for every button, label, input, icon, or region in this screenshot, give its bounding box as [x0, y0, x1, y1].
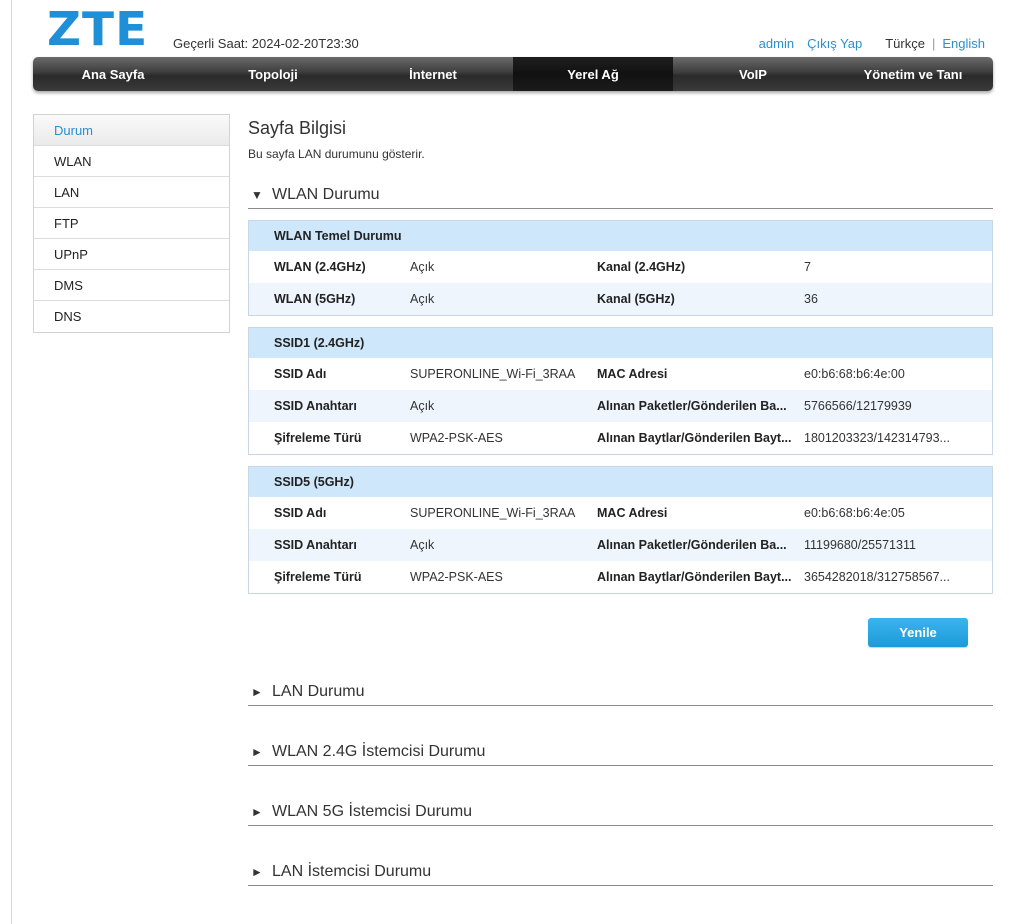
- expand-arrow-icon: ►: [251, 864, 263, 879]
- section-title: WLAN 2.4G İstemcisi Durumu: [272, 742, 486, 760]
- nav-management[interactable]: Yönetim ve Tanı: [833, 57, 993, 91]
- row-value-2: 36: [804, 292, 818, 306]
- table-row: SSID Adı SUPERONLINE_Wi-Fi_3RAA MAC Adresi…: [249, 497, 992, 529]
- logout-link[interactable]: Çıkış Yap: [807, 36, 862, 51]
- row-label-2: Alınan Baytlar/Gönderilen Bayt...: [597, 570, 792, 584]
- language-separator: |: [931, 36, 936, 51]
- table-row: SSID Adı SUPERONLINE_Wi-Fi_3RAA MAC Adresi…: [249, 358, 992, 390]
- row-value: WPA2-PSK-AES: [410, 431, 503, 445]
- table-row: Şifreleme Türü WPA2-PSK-AES Alınan Baytlar…: [249, 561, 992, 593]
- row-value: Açık: [410, 292, 435, 306]
- section-wlan5-client-status[interactable]: ► WLAN 5G İstemcisi Durumu: [248, 798, 993, 826]
- section-title: LAN Durumu: [272, 682, 365, 700]
- section-wlan24-client-status[interactable]: ► WLAN 2.4G İstemcisi Durumu: [248, 738, 993, 766]
- table-row: WLAN (2.4GHz) Açık Kanal (2.4GHz) 7: [249, 251, 992, 283]
- nav-internet[interactable]: İnternet: [353, 57, 513, 91]
- row-label-2: Alınan Paketler/Gönderilen Ba...: [597, 538, 787, 552]
- expand-arrow-icon: ►: [251, 804, 263, 819]
- language-english-link[interactable]: English: [942, 36, 985, 51]
- box-title: WLAN Temel Durumu: [249, 221, 992, 251]
- row-label-2: MAC Adresi: [597, 367, 668, 381]
- user-link[interactable]: admin: [759, 36, 794, 51]
- row-value: Açık: [410, 260, 435, 274]
- wlan-basic-status-box: WLAN Temel Durumu WLAN (2.4GHz) Açık Kanal …: [248, 220, 993, 316]
- row-label: Şifreleme Türü: [274, 570, 362, 584]
- row-label: Şifreleme Türü: [274, 431, 362, 445]
- row-value-2: 7: [804, 260, 811, 274]
- language-current: Türkçe: [885, 36, 925, 51]
- page-title: Sayfa Bilgisi: [248, 118, 347, 138]
- section-title: LAN İstemcisi Durumu: [272, 862, 432, 880]
- refresh-button[interactable]: Yenile: [868, 618, 968, 647]
- row-value-2: 11199680/25571311: [804, 538, 916, 552]
- top-links: admin Çıkış Yap Türkçe | English: [759, 36, 985, 51]
- row-label: WLAN (2.4GHz): [274, 260, 366, 274]
- sidebar-item-upnp[interactable]: UPnP: [34, 239, 229, 270]
- table-row: SSID Anahtarı Açık Alınan Paketler/Gönderi…: [249, 529, 992, 561]
- row-label-2: Kanal (5GHz): [597, 292, 675, 306]
- window-edge: [11, 0, 12, 924]
- wlan-status-panel: WLAN Temel Durumu WLAN (2.4GHz) Açık Kanal …: [248, 220, 993, 594]
- box-title: SSID5 (5GHz): [249, 467, 992, 497]
- ssid5-box: SSID5 (5GHz) SSID Adı SUPERONLINE_Wi-Fi_3R…: [248, 466, 993, 594]
- table-row: WLAN (5GHz) Açık Kanal (5GHz) 36: [249, 283, 992, 315]
- row-label-2: Alınan Baytlar/Gönderilen Bayt...: [597, 431, 792, 445]
- nav-voip[interactable]: VoIP: [673, 57, 833, 91]
- row-label-2: Kanal (2.4GHz): [597, 260, 686, 274]
- row-label-2: MAC Adresi: [597, 506, 668, 520]
- expand-arrow-icon: ►: [251, 684, 263, 699]
- current-time: Geçerli Saat: 2024-02-20T23:30: [173, 36, 359, 51]
- nav-local-network[interactable]: Yerel Ağ: [513, 57, 673, 91]
- sidebar: Durum WLAN LAN FTP UPnP DMS DNS: [33, 114, 230, 333]
- row-value-2: 1801203323/142314793...: [804, 431, 950, 445]
- row-label-2: Alınan Paketler/Gönderilen Ba...: [597, 399, 787, 413]
- row-label: SSID Adı: [274, 506, 327, 520]
- row-value-2: e0:b6:68:b6:4e:05: [804, 506, 905, 520]
- collapse-arrow-icon: ▼: [251, 187, 263, 202]
- row-value: WPA2-PSK-AES: [410, 570, 503, 584]
- section-title: WLAN Durumu: [272, 185, 380, 203]
- row-value-2: 5766566/12179939: [804, 399, 912, 413]
- row-value-2: 3654282018/312758567...: [804, 570, 950, 584]
- row-value: Açık: [410, 399, 435, 413]
- row-label: SSID Anahtarı: [274, 399, 357, 413]
- box-title: SSID1 (2.4GHz): [249, 328, 992, 358]
- sidebar-item-wlan[interactable]: WLAN: [34, 146, 229, 177]
- zte-logo: ZTE: [47, 2, 149, 56]
- section-wlan-status[interactable]: ▼ WLAN Durumu: [248, 181, 993, 209]
- sidebar-item-dns[interactable]: DNS: [34, 301, 229, 332]
- row-label: WLAN (5GHz): [274, 292, 356, 306]
- sidebar-item-ftp[interactable]: FTP: [34, 208, 229, 239]
- table-row: SSID Anahtarı Açık Alınan Paketler/Gönderi…: [249, 390, 992, 422]
- expand-arrow-icon: ►: [251, 744, 263, 759]
- main-content: Sayfa Bilgisi Bu sayfa LAN durumunu göst…: [248, 114, 993, 886]
- main-nav: Ana Sayfa Topoloji İnternet Yerel Ağ VoI…: [33, 57, 993, 91]
- collapsed-sections: ► LAN Durumu ► WLAN 2.4G İstemcisi Durumu ► W…: [248, 678, 993, 886]
- sidebar-item-status[interactable]: Durum: [34, 115, 229, 146]
- ssid1-box: SSID1 (2.4GHz) SSID Adı SUPERONLINE_Wi-Fi_…: [248, 327, 993, 455]
- sidebar-item-lan[interactable]: LAN: [34, 177, 229, 208]
- row-value-2: e0:b6:68:b6:4e:00: [804, 367, 905, 381]
- row-value: Açık: [410, 538, 435, 552]
- nav-topology[interactable]: Topoloji: [193, 57, 353, 91]
- row-label: SSID Adı: [274, 367, 327, 381]
- refresh-area: Yenile: [248, 594, 993, 652]
- page-description: Bu sayfa LAN durumunu gösterir.: [248, 147, 425, 161]
- row-value: SUPERONLINE_Wi-Fi_3RAA: [410, 367, 576, 381]
- section-title: WLAN 5G İstemcisi Durumu: [272, 802, 473, 820]
- table-row: Şifreleme Türü WPA2-PSK-AES Alınan Baytlar…: [249, 422, 992, 454]
- section-lan-status[interactable]: ► LAN Durumu: [248, 678, 993, 706]
- row-label: SSID Anahtarı: [274, 538, 357, 552]
- row-value: SUPERONLINE_Wi-Fi_3RAA: [410, 506, 576, 520]
- sidebar-item-dms[interactable]: DMS: [34, 270, 229, 301]
- nav-home[interactable]: Ana Sayfa: [33, 57, 193, 91]
- section-lan-client-status[interactable]: ► LAN İstemcisi Durumu: [248, 858, 993, 886]
